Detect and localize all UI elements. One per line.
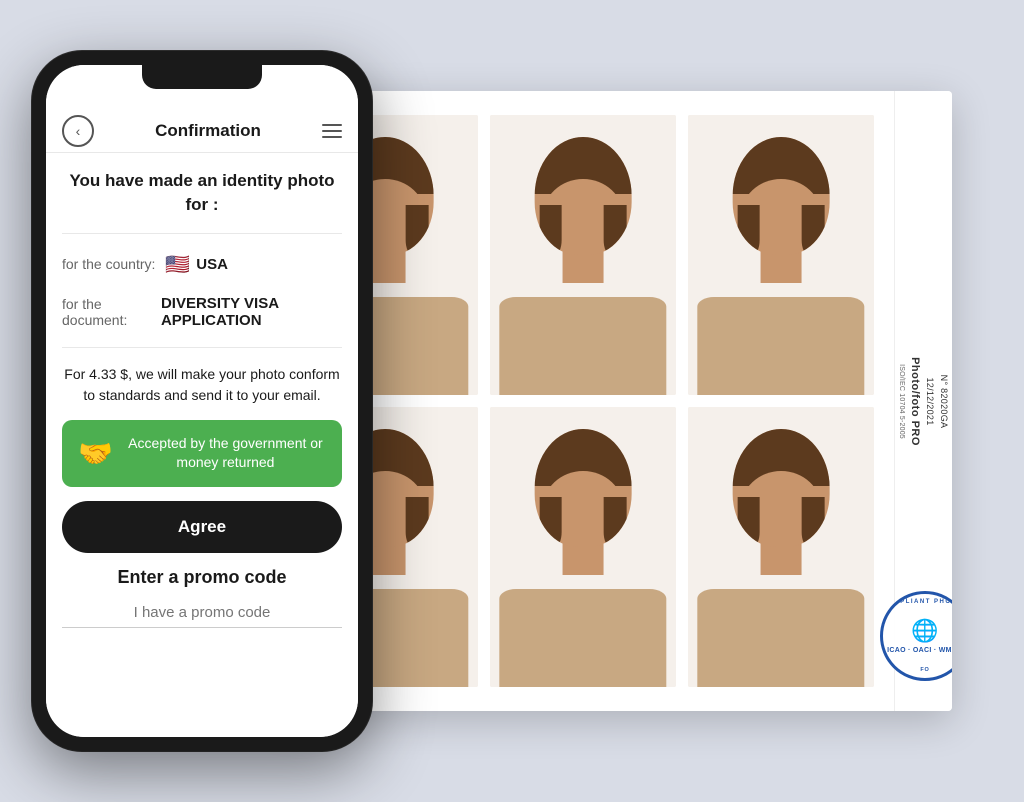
phone-screen: ‹ Confirmation You have made an identity…	[46, 65, 358, 737]
menu-line-2	[322, 130, 342, 132]
handshake-icon: 🤝	[78, 437, 113, 470]
document-label: for the document:	[62, 296, 151, 328]
country-value: 🇺🇸 USA	[165, 252, 228, 277]
country-row: for the country: 🇺🇸 USA	[62, 250, 342, 279]
scene: N° 82020GA 12/12/2021 Photo/foto PRO ISO…	[32, 36, 992, 766]
photo-cell	[490, 407, 676, 687]
phone: ‹ Confirmation You have made an identity…	[32, 51, 372, 751]
agree-button[interactable]: Agree	[62, 501, 342, 553]
divider-2	[62, 347, 342, 348]
photo-sheet: N° 82020GA 12/12/2021 Photo/foto PRO ISO…	[272, 91, 952, 711]
usa-flag-icon: 🇺🇸	[165, 252, 190, 277]
stamp-inner: 🌐 ICAO · OACI · WMAO	[887, 617, 952, 655]
stamp-arc-top: COMPLIANT PHOTOS	[882, 599, 952, 605]
nav-bar: ‹ Confirmation	[46, 109, 358, 153]
promo-heading: Enter a promo code	[62, 567, 342, 588]
guarantee-banner: 🤝 Accepted by the government or money re…	[62, 420, 342, 487]
photo-cell	[688, 115, 874, 395]
document-row: for the document: DIVERSITY VISA APPLICA…	[62, 293, 342, 331]
nav-title: Confirmation	[155, 121, 261, 141]
menu-button[interactable]	[322, 124, 342, 138]
photo-cell	[490, 115, 676, 395]
confirmation-heading: You have made an identity photo for :	[62, 169, 342, 217]
sheet-date: 12/12/2021	[925, 377, 935, 425]
guarantee-text: Accepted by the government or money retu…	[125, 434, 326, 473]
pricing-text: For 4.33 $, we will make your photo conf…	[62, 364, 342, 406]
back-icon: ‹	[76, 123, 81, 139]
sheet-number: N° 82020GA	[939, 374, 949, 428]
menu-line-3	[322, 136, 342, 138]
sheet-brand: Photo/foto PRO	[909, 357, 921, 446]
menu-line-1	[322, 124, 342, 126]
sheet-sidebar: N° 82020GA 12/12/2021 Photo/foto PRO ISO…	[894, 91, 952, 711]
phone-content: You have made an identity photo for : fo…	[46, 153, 358, 737]
stamp-arc-bottom: FO	[920, 667, 929, 673]
sheet-iso: ISO/IEC 10704 5-2005	[898, 364, 905, 439]
compliant-stamp: COMPLIANT PHOTOS 🌐 ICAO · OACI · WMAO FO	[880, 591, 952, 681]
divider-1	[62, 233, 342, 234]
document-value: DIVERSITY VISA APPLICATION	[161, 295, 342, 329]
photo-cell	[688, 407, 874, 687]
promo-section: Enter a promo code	[62, 567, 342, 628]
promo-input[interactable]	[62, 598, 342, 628]
phone-notch	[142, 65, 262, 89]
back-button[interactable]: ‹	[62, 115, 94, 147]
country-label: for the country:	[62, 256, 155, 272]
